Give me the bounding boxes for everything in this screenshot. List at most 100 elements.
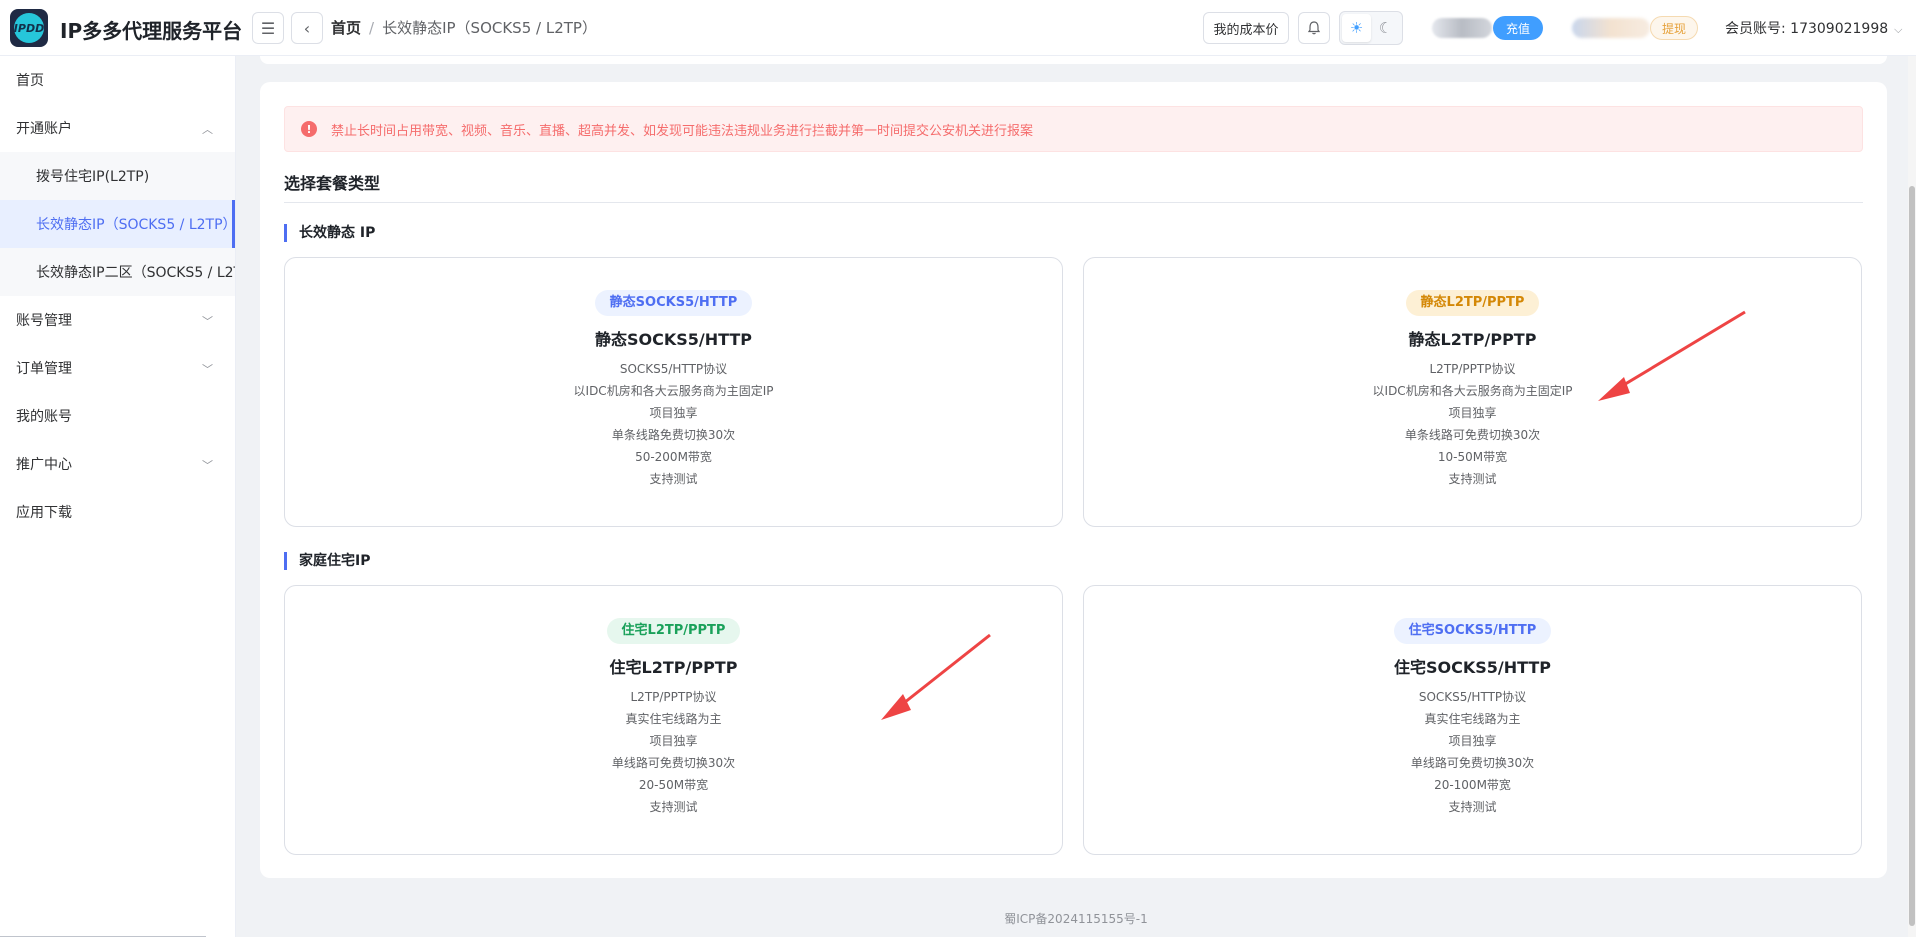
previous-panel-edge xyxy=(260,56,1887,64)
sidebar-item-label: 我的账号 xyxy=(16,409,72,425)
scrollbar-thumb[interactable] xyxy=(1909,186,1915,926)
sidebar-item-label: 首页 xyxy=(16,73,44,89)
feature-item: 10-50M带宽 xyxy=(1437,450,1508,464)
package-card-residential-l2tp[interactable]: 住宅L2TP/PPTP 住宅L2TP/PPTP L2TP/PPTP协议 真实住宅… xyxy=(284,585,1063,855)
notification-button[interactable] xyxy=(1298,12,1330,44)
feature-list: SOCKS5/HTTP协议 以IDC机房和各大云服务商为主固定IP 项目独享 单… xyxy=(285,358,1062,490)
chevron-up-icon: ︿ xyxy=(202,123,213,136)
sidebar-item-label: 应用下载 xyxy=(16,505,72,521)
feature-item: 单线路可免费切换30次 xyxy=(1410,756,1535,770)
brand-title: IP多多代理服务平台 xyxy=(60,19,243,43)
main-content: ! 禁止长时间占用带宽、视频、音乐、直播、超高并发、如发现可能违法违规业务进行拦… xyxy=(236,56,1916,937)
balance-blurred xyxy=(1432,18,1492,38)
sidebar-item-label: 长效静态IP（SOCKS5 / L2TP） xyxy=(36,217,236,233)
chevron-down-icon: ﹀ xyxy=(202,363,213,376)
feature-list: L2TP/PPTP协议 真实住宅线路为主 项目独享 单线路可免费切换30次 20… xyxy=(285,686,1062,818)
menu-toggle-button[interactable]: ☰ xyxy=(252,12,284,44)
feature-item: L2TP/PPTP协议 xyxy=(630,690,717,704)
feature-item: 以IDC机房和各大云服务商为主固定IP xyxy=(573,384,774,398)
feature-item: 以IDC机房和各大云服务商为主固定IP xyxy=(1372,384,1573,398)
scrollbar[interactable] xyxy=(1908,56,1916,937)
back-button[interactable]: ‹ xyxy=(291,12,323,44)
feature-item: 支持测试 xyxy=(649,800,698,814)
chevron-down-icon: ﹀ xyxy=(202,459,213,472)
logo[interactable]: IPDD xyxy=(10,9,48,47)
feature-item: 项目独享 xyxy=(1448,406,1497,420)
chevron-down-icon: ⌵ xyxy=(1894,23,1903,36)
sidebar-item-order-management[interactable]: 订单管理 ﹀ xyxy=(0,344,235,392)
package-tag: 静态L2TP/PPTP xyxy=(1405,290,1540,316)
sidebar-item-label: 开通账户 xyxy=(16,121,72,137)
package-card-residential-socks5[interactable]: 住宅SOCKS5/HTTP 住宅SOCKS5/HTTP SOCKS5/HTTP协… xyxy=(1083,585,1862,855)
feature-list: L2TP/PPTP协议 以IDC机房和各大云服务商为主固定IP 项目独享 单条线… xyxy=(1084,358,1861,490)
menu-toggle-icon: ☰ xyxy=(260,18,276,38)
logo-mark: IPDD xyxy=(14,13,44,43)
sidebar-item-label: 拨号住宅IP(L2TP) xyxy=(36,169,150,185)
feature-item: 20-100M带宽 xyxy=(1434,778,1511,792)
sidebar-item-dial-residential[interactable]: 拨号住宅IP(L2TP) xyxy=(0,152,235,200)
feature-item: 真实住宅线路为主 xyxy=(625,712,722,726)
breadcrumb-current: 长效静态IP（SOCKS5 / L2TP） xyxy=(382,19,597,37)
feature-item: SOCKS5/HTTP协议 xyxy=(619,362,728,376)
package-title: 住宅SOCKS5/HTTP xyxy=(1393,658,1552,677)
package-tag: 住宅SOCKS5/HTTP xyxy=(1393,618,1552,644)
feature-item: L2TP/PPTP协议 xyxy=(1429,362,1516,376)
feature-item: 项目独享 xyxy=(649,734,698,748)
sun-icon[interactable]: ☀ xyxy=(1342,14,1371,42)
member-account-dropdown[interactable]: 会员账号: 17309021998 ⌵ xyxy=(1725,18,1903,38)
error-icon: ! xyxy=(301,121,317,137)
sidebar-item-static-ip[interactable]: 长效静态IP（SOCKS5 / L2TP） xyxy=(0,200,235,248)
feature-item: 真实住宅线路为主 xyxy=(1424,712,1521,726)
sidebar-item-open-account[interactable]: 开通账户 ︿ xyxy=(0,104,235,152)
moon-icon[interactable]: ☾ xyxy=(1371,14,1400,42)
sidebar-item-label: 长效静态IP二区（SOCKS5 / L2TP） xyxy=(36,265,235,281)
feature-item: 支持测试 xyxy=(649,472,698,486)
sidebar-item-promotion[interactable]: 推广中心 ﹀ xyxy=(0,440,235,488)
feature-list: SOCKS5/HTTP协议 真实住宅线路为主 项目独享 单线路可免费切换30次 … xyxy=(1084,686,1861,818)
feature-item: 单条线路免费切换30次 xyxy=(611,428,736,442)
package-title: 静态L2TP/PPTP xyxy=(1408,330,1537,349)
theme-switcher: ☀ ☾ xyxy=(1339,11,1403,45)
chevron-down-icon: ﹀ xyxy=(202,315,213,328)
sidebar-item-static-ip-zone2[interactable]: 长效静态IP二区（SOCKS5 / L2TP） xyxy=(0,248,235,296)
sidebar-item-my-account[interactable]: 我的账号 xyxy=(0,392,235,440)
footer-icp[interactable]: 蜀ICP备2024115155号-1 xyxy=(236,910,1916,927)
feature-item: 支持测试 xyxy=(1448,800,1497,814)
feature-item: 项目独享 xyxy=(649,406,698,420)
sidebar-item-label: 推广中心 xyxy=(16,457,72,473)
feature-item: 项目独享 xyxy=(1448,734,1497,748)
group-title-static: 长效静态 IP xyxy=(284,224,375,242)
commission-blurred xyxy=(1572,18,1650,38)
package-title: 住宅L2TP/PPTP xyxy=(609,658,738,677)
package-tag: 住宅L2TP/PPTP xyxy=(606,618,741,644)
breadcrumb-separator: / xyxy=(369,19,375,37)
package-card-static-l2tp[interactable]: 静态L2TP/PPTP 静态L2TP/PPTP L2TP/PPTP协议 以IDC… xyxy=(1083,257,1862,527)
package-panel: ! 禁止长时间占用带宽、视频、音乐、直播、超高并发、如发现可能违法违规业务进行拦… xyxy=(260,82,1887,878)
sidebar-item-app-download[interactable]: 应用下载 xyxy=(0,488,235,536)
sidebar-item-account-management[interactable]: 账号管理 ﹀ xyxy=(0,296,235,344)
withdraw-button[interactable]: 提现 xyxy=(1650,16,1698,40)
feature-item: 支持测试 xyxy=(1448,472,1497,486)
breadcrumb: 首页 / 长效静态IP（SOCKS5 / L2TP） xyxy=(331,17,597,38)
breadcrumb-home[interactable]: 首页 xyxy=(331,19,361,37)
bell-icon xyxy=(1307,21,1321,35)
package-card-static-socks5[interactable]: 静态SOCKS5/HTTP 静态SOCKS5/HTTP SOCKS5/HTTP协… xyxy=(284,257,1063,527)
submenu-open-account: 拨号住宅IP(L2TP) 长效静态IP（SOCKS5 / L2TP） 长效静态I… xyxy=(0,152,235,296)
feature-item: SOCKS5/HTTP协议 xyxy=(1418,690,1527,704)
feature-item: 50-200M带宽 xyxy=(635,450,712,464)
sidebar-item-label: 账号管理 xyxy=(16,313,72,329)
section-divider xyxy=(284,202,1863,203)
warning-alert: ! 禁止长时间占用带宽、视频、音乐、直播、超高并发、如发现可能违法违规业务进行拦… xyxy=(284,106,1863,152)
package-title: 静态SOCKS5/HTTP xyxy=(594,330,753,349)
sidebar-item-label: 订单管理 xyxy=(16,361,72,377)
sidebar-item-home[interactable]: 首页 xyxy=(0,56,235,104)
my-cost-button[interactable]: 我的成本价 xyxy=(1203,12,1289,44)
feature-item: 单条线路可免费切换30次 xyxy=(1404,428,1541,442)
package-tag: 静态SOCKS5/HTTP xyxy=(594,290,753,316)
recharge-button[interactable]: 充值 xyxy=(1493,16,1543,40)
sidebar: 首页 开通账户 ︿ 拨号住宅IP(L2TP) 长效静态IP（SOCKS5 / L2… xyxy=(0,56,236,937)
top-header: IPDD IP多多代理服务平台 ☰ ‹ 首页 / 长效静态IP（SOCKS5 / L… xyxy=(0,0,1916,56)
member-account-label: 会员账号: 17309021998 xyxy=(1725,21,1889,37)
feature-item: 20-50M带宽 xyxy=(638,778,709,792)
alert-text: 禁止长时间占用带宽、视频、音乐、直播、超高并发、如发现可能违法违规业务进行拦截并… xyxy=(331,123,1034,139)
